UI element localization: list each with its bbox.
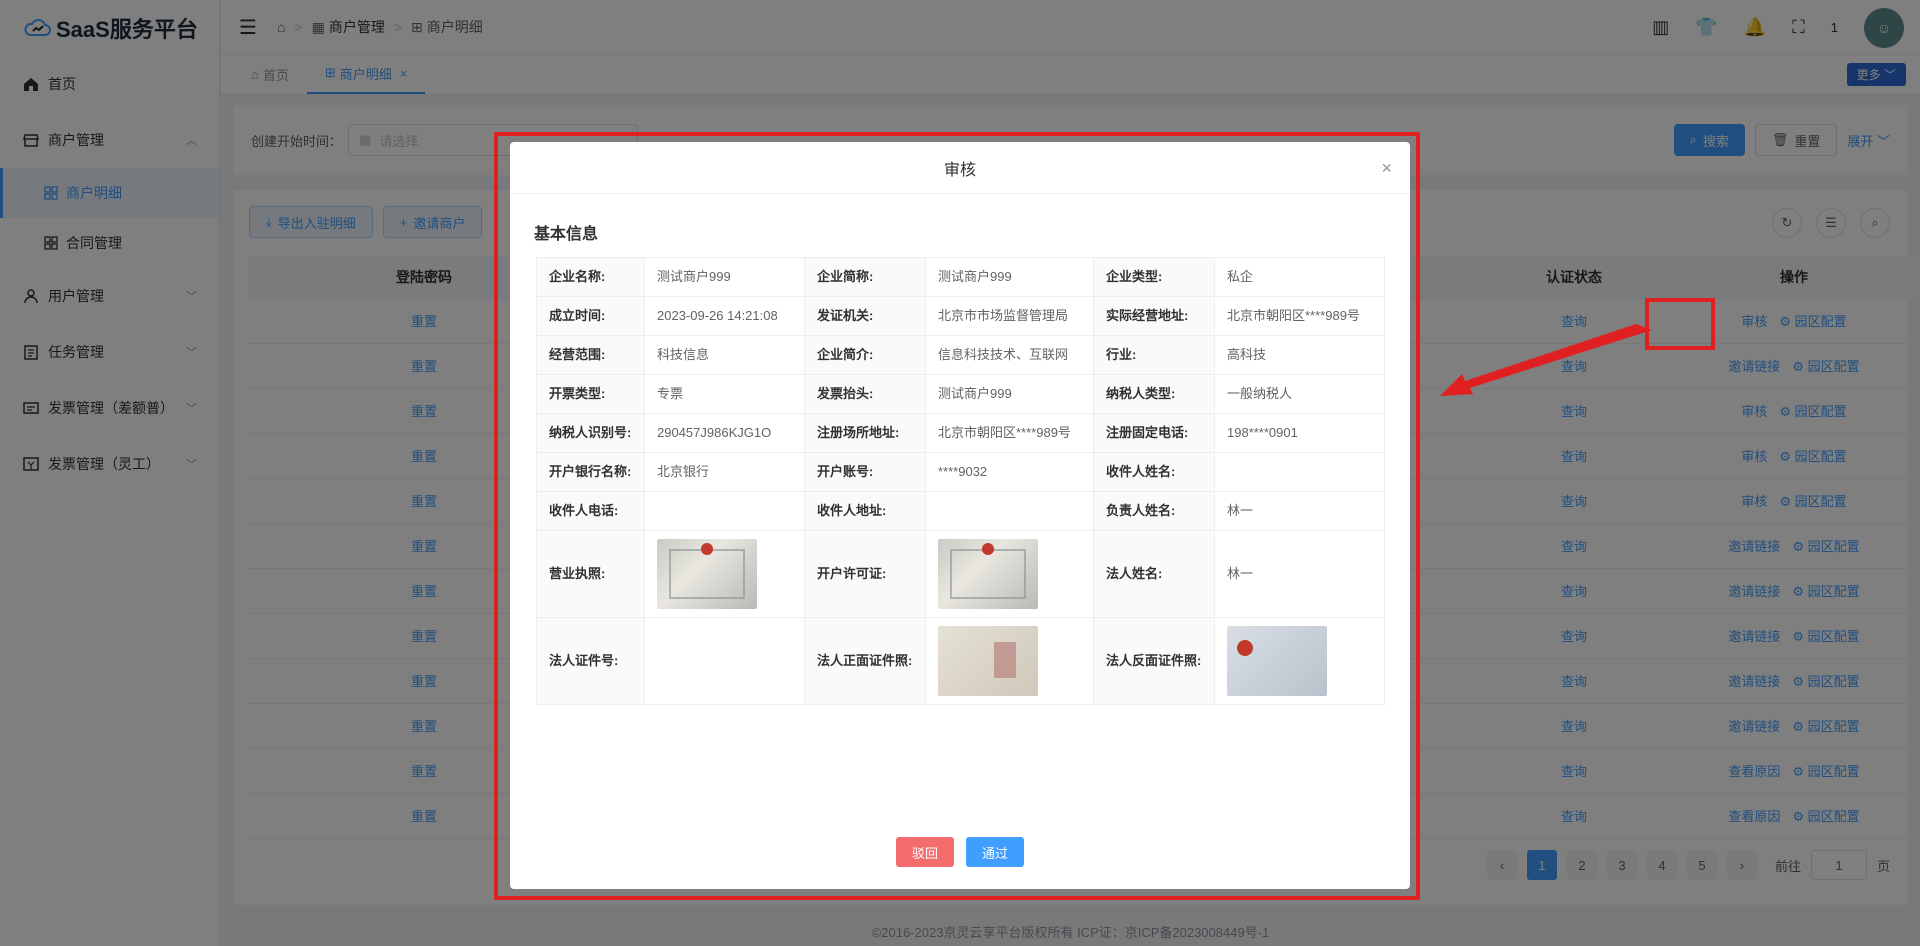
info-key: 企业名称: [549,269,606,284]
info-value: 一般纳税人 [1227,386,1293,401]
info-key: 开户银行名称: [549,464,632,479]
license-image[interactable] [657,539,757,609]
info-key: 负责人姓名: [1106,503,1176,518]
info-key: 发证机关: [817,308,874,323]
info-value: 科技信息 [657,347,710,362]
info-key: 发票抬头: [817,386,874,401]
reject-button[interactable]: 驳回 [895,837,954,867]
info-row: 开票类型: 专票 发票抬头: 测试商户999 纳税人类型: 一般纳税人 [536,374,1385,414]
info-value: ****9032 [938,464,988,479]
id-front-image[interactable] [938,626,1038,696]
info-value: 290457J986KJG1O [657,425,772,440]
info-value: 专票 [657,386,684,401]
info-key: 纳税人类型: [1106,386,1176,401]
dialog-header: 审核 × [510,142,1410,194]
info-row: 收件人电话: 收件人地址: 负责人姓名: 林一 [536,491,1385,531]
info-key: 开票类型: [549,386,606,401]
info-key: 成立时间: [549,308,606,323]
info-key: 注册场所地址: [817,425,900,440]
info-row: 成立时间: 2023-09-26 14:21:08 发证机关: 北京市市场监督管理局 实… [536,296,1385,336]
info-row: 开户银行名称: 北京银行 开户账号: ****9032 收件人姓名: [536,452,1385,492]
info-value: 测试商户999 [938,269,1012,284]
info-value: 198****0901 [1227,425,1298,440]
info-value: 2023-09-26 14:21:08 [657,308,778,323]
pass-button[interactable]: 通过 [966,837,1025,867]
info-value: 林一 [1227,503,1254,518]
info-value: 信息科技技术、互联网 [938,347,1069,362]
info-key: 开户许可证: [817,566,887,581]
info-value: 北京市市场监督管理局 [938,308,1069,323]
info-key: 营业执照: [549,566,606,581]
info-row: 法人证件号: 法人正面证件照: 法人反面证件照: [536,617,1385,705]
info-key: 收件人姓名: [1106,464,1176,479]
info-key: 实际经营地址: [1106,308,1189,323]
info-key: 注册固定电话: [1106,425,1189,440]
info-key: 法人反面证件照: [1106,653,1202,668]
info-value: 测试商户999 [657,269,731,284]
audit-dialog: 审核 × 基本信息 企业名称: 测试商户999 企业简称: 测试商户999 企业类型: 私… [510,142,1410,889]
info-key: 收件人电话: [549,503,619,518]
id-back-image[interactable] [1227,626,1327,696]
info-value: 北京市朝阳区****989号 [1227,308,1360,323]
dialog-title: 审核 [943,161,976,179]
info-key: 法人姓名: [1106,566,1163,581]
info-key: 企业类型: [1106,269,1163,284]
license-image[interactable] [938,539,1038,609]
info-key: 企业简称: [817,269,874,284]
info-key: 行业: [1106,347,1137,362]
section-title: 基本信息 [534,226,599,243]
info-value: 私企 [1227,269,1254,284]
info-key: 收件人地址: [817,503,887,518]
info-value: 北京银行 [657,464,710,479]
info-key: 纳税人识别号: [549,425,632,440]
info-value: 林一 [1227,566,1254,581]
info-row: 纳税人识别号: 290457J986KJG1O 注册场所地址: 北京市朝阳区****9… [536,413,1385,453]
info-table: 企业名称: 测试商户999 企业简称: 测试商户999 企业类型: 私企成立时间: 2023… [536,257,1385,705]
dialog-footer: 驳回 通过 [510,837,1410,867]
info-row: 企业名称: 测试商户999 企业简称: 测试商户999 企业类型: 私企 [536,257,1385,297]
info-value: 测试商户999 [938,386,1012,401]
info-key: 开户账号: [817,464,874,479]
close-icon[interactable]: × [1381,158,1392,179]
info-row: 经营范围: 科技信息 企业简介: 信息科技技术、互联网 行业: 高科技 [536,335,1385,375]
info-value: 高科技 [1227,347,1267,362]
info-key: 法人正面证件照: [817,653,913,668]
info-value: 北京市朝阳区****989号 [938,425,1071,440]
info-key: 法人证件号: [549,653,619,668]
info-key: 企业简介: [817,347,874,362]
info-key: 经营范围: [549,347,606,362]
info-row: 营业执照: 开户许可证: 法人姓名: 林一 [536,530,1385,618]
